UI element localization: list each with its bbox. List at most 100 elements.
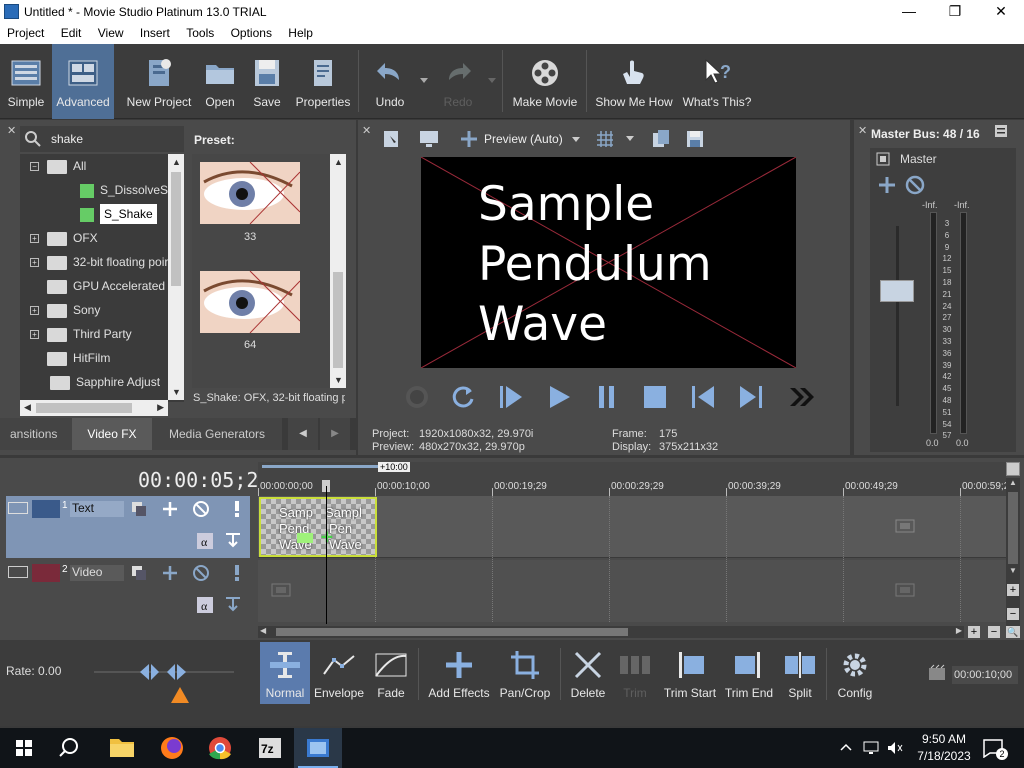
save-button[interactable]: Save (246, 44, 288, 119)
play-from-start-icon[interactable] (496, 382, 526, 412)
scroll-down-icon[interactable]: ▼ (1006, 566, 1020, 578)
envelope-edit-tool[interactable]: Envelope (312, 642, 366, 704)
preview-close-icon[interactable]: ✕ (362, 124, 371, 137)
track-header-text[interactable]: 1 Text α (6, 496, 250, 558)
tree-item-all[interactable]: − All (30, 154, 86, 178)
7zip-icon[interactable]: 7z (246, 728, 294, 768)
add-effects-button[interactable]: Add Effects (424, 642, 494, 704)
scroll-left-icon[interactable]: ◀ (24, 402, 31, 413)
more-transport-icon[interactable] (786, 382, 816, 412)
rate-slider-handle[interactable] (140, 662, 186, 682)
expand-icon[interactable]: + (30, 330, 39, 340)
simple-button[interactable]: Simple (4, 44, 48, 119)
delete-button[interactable]: Delete (566, 642, 610, 704)
trim-end-button[interactable]: Trim End (722, 642, 776, 704)
tab-media-generators[interactable]: Media Generators (152, 418, 282, 450)
scroll-thumb[interactable] (1008, 492, 1018, 564)
track-header-video[interactable]: 2 Video α (6, 560, 250, 622)
scroll-right-icon[interactable]: ▶ (956, 626, 962, 635)
movie-studio-taskbar-icon[interactable] (294, 728, 342, 768)
scroll-down-icon[interactable]: ▼ (172, 387, 181, 397)
timeline-marker-icon[interactable] (1006, 462, 1020, 476)
mute-track-icon[interactable] (192, 564, 210, 582)
text-clip[interactable]: Samp Pend Wave Sampl Pen Wave ✛ (259, 497, 377, 557)
tree-item-sony[interactable]: + Sony (30, 298, 100, 322)
chevron-up-icon[interactable] (838, 740, 854, 756)
track-expand-icon[interactable] (8, 566, 28, 578)
zoom-in-vertical-icon[interactable]: + (1007, 584, 1019, 596)
scroll-right-icon[interactable]: ▶ (157, 402, 164, 413)
menu-edit[interactable]: Edit (54, 24, 88, 40)
firefox-icon[interactable] (148, 728, 196, 768)
track-fx-icon[interactable] (224, 594, 242, 612)
pause-icon[interactable] (592, 382, 622, 412)
zoom-out-vertical-icon[interactable]: − (1007, 608, 1019, 620)
play-icon[interactable] (544, 382, 574, 412)
volume-icon[interactable] (886, 740, 904, 756)
config-button[interactable]: Config (830, 642, 880, 704)
master-fader-handle[interactable] (880, 280, 914, 302)
undo-dropdown-icon[interactable] (420, 78, 428, 83)
tree-vertical-scrollbar[interactable]: ▲ ▼ (168, 154, 184, 400)
master-properties-icon[interactable] (994, 124, 1008, 138)
clock-time[interactable]: 9:50 AM (914, 732, 974, 746)
tree-item-gpu[interactable]: GPU Accelerated (47, 274, 165, 298)
close-button[interactable]: ✕ (978, 0, 1024, 24)
tab-scroll-left-icon[interactable]: ◀ (288, 418, 318, 450)
preset-thumb-64[interactable] (200, 271, 300, 333)
show-me-how-button[interactable]: Show Me How (592, 44, 676, 119)
undo-button[interactable]: Undo (366, 44, 414, 119)
preview-quality-dropdown[interactable]: Preview (Auto) (484, 132, 584, 148)
tree-item-ofx[interactable]: + OFX (30, 226, 98, 250)
track-motion-icon[interactable] (161, 564, 179, 582)
master-close-icon[interactable]: ✕ (858, 124, 867, 137)
open-button[interactable]: Open (198, 44, 242, 119)
menu-project[interactable]: Project (0, 24, 50, 40)
scroll-thumb[interactable] (36, 403, 132, 413)
windows-start-icon[interactable] (0, 728, 48, 768)
split-button[interactable]: Split (778, 642, 822, 704)
properties-button[interactable]: Properties (292, 44, 354, 119)
solo-track-icon[interactable] (228, 500, 246, 518)
make-movie-button[interactable]: Make Movie (508, 44, 582, 119)
expand-icon[interactable]: + (30, 234, 39, 244)
solo-track-icon[interactable] (228, 564, 246, 582)
alpha-channel-icon[interactable]: α (196, 596, 214, 614)
minimize-button[interactable]: — (886, 0, 932, 24)
normal-edit-tool[interactable]: Normal (260, 642, 310, 704)
scroll-thumb[interactable] (276, 628, 628, 636)
track-fx-icon[interactable] (224, 530, 242, 548)
stop-icon[interactable] (640, 382, 670, 412)
expand-icon[interactable]: + (30, 306, 39, 316)
scroll-thumb[interactable] (333, 272, 343, 368)
timeline-horizontal-scrollbar[interactable]: ◀ ▶ (258, 626, 964, 638)
master-mute-icon[interactable] (904, 174, 926, 196)
file-explorer-icon[interactable] (98, 728, 146, 768)
overlays-dropdown-icon[interactable] (626, 136, 634, 141)
track-name-field[interactable]: Text (70, 501, 124, 517)
whats-this-button[interactable]: ? What's This? (680, 44, 754, 119)
loop-region-bar[interactable] (262, 465, 378, 468)
menu-options[interactable]: Options (224, 24, 278, 40)
track-expand-icon[interactable] (8, 502, 28, 514)
compositing-mode-icon[interactable] (130, 500, 148, 518)
timeline-vertical-scrollbar[interactable]: ▲ ▼ + − (1006, 478, 1020, 638)
zoom-out-horizontal-icon[interactable]: − (988, 626, 1000, 638)
menu-help[interactable]: Help (281, 24, 319, 40)
alpha-channel-icon[interactable]: α (196, 532, 214, 550)
search-input[interactable]: shake (51, 132, 83, 146)
scroll-up-icon[interactable]: ▲ (334, 157, 343, 167)
go-to-start-icon[interactable] (688, 382, 718, 412)
pan-crop-button[interactable]: Pan/Crop (496, 642, 554, 704)
tree-item-dissolve-shake[interactable]: S_DissolveSh (80, 178, 175, 202)
split-screen-icon[interactable] (458, 128, 480, 150)
tree-horizontal-scrollbar[interactable]: ◀ ▶ (20, 400, 168, 416)
tab-scroll-right-icon[interactable]: ▶ (320, 418, 350, 450)
zoom-in-horizontal-icon[interactable]: + (968, 626, 980, 638)
menu-tools[interactable]: Tools (179, 24, 220, 40)
preset-scrollbar[interactable]: ▲ ▼ (330, 154, 346, 388)
advanced-button[interactable]: Advanced (52, 44, 114, 119)
chrome-icon[interactable] (196, 728, 244, 768)
tree-item-32bit[interactable]: +32-bit floating poir (30, 250, 168, 274)
new-project-button[interactable]: New Project (124, 44, 194, 119)
